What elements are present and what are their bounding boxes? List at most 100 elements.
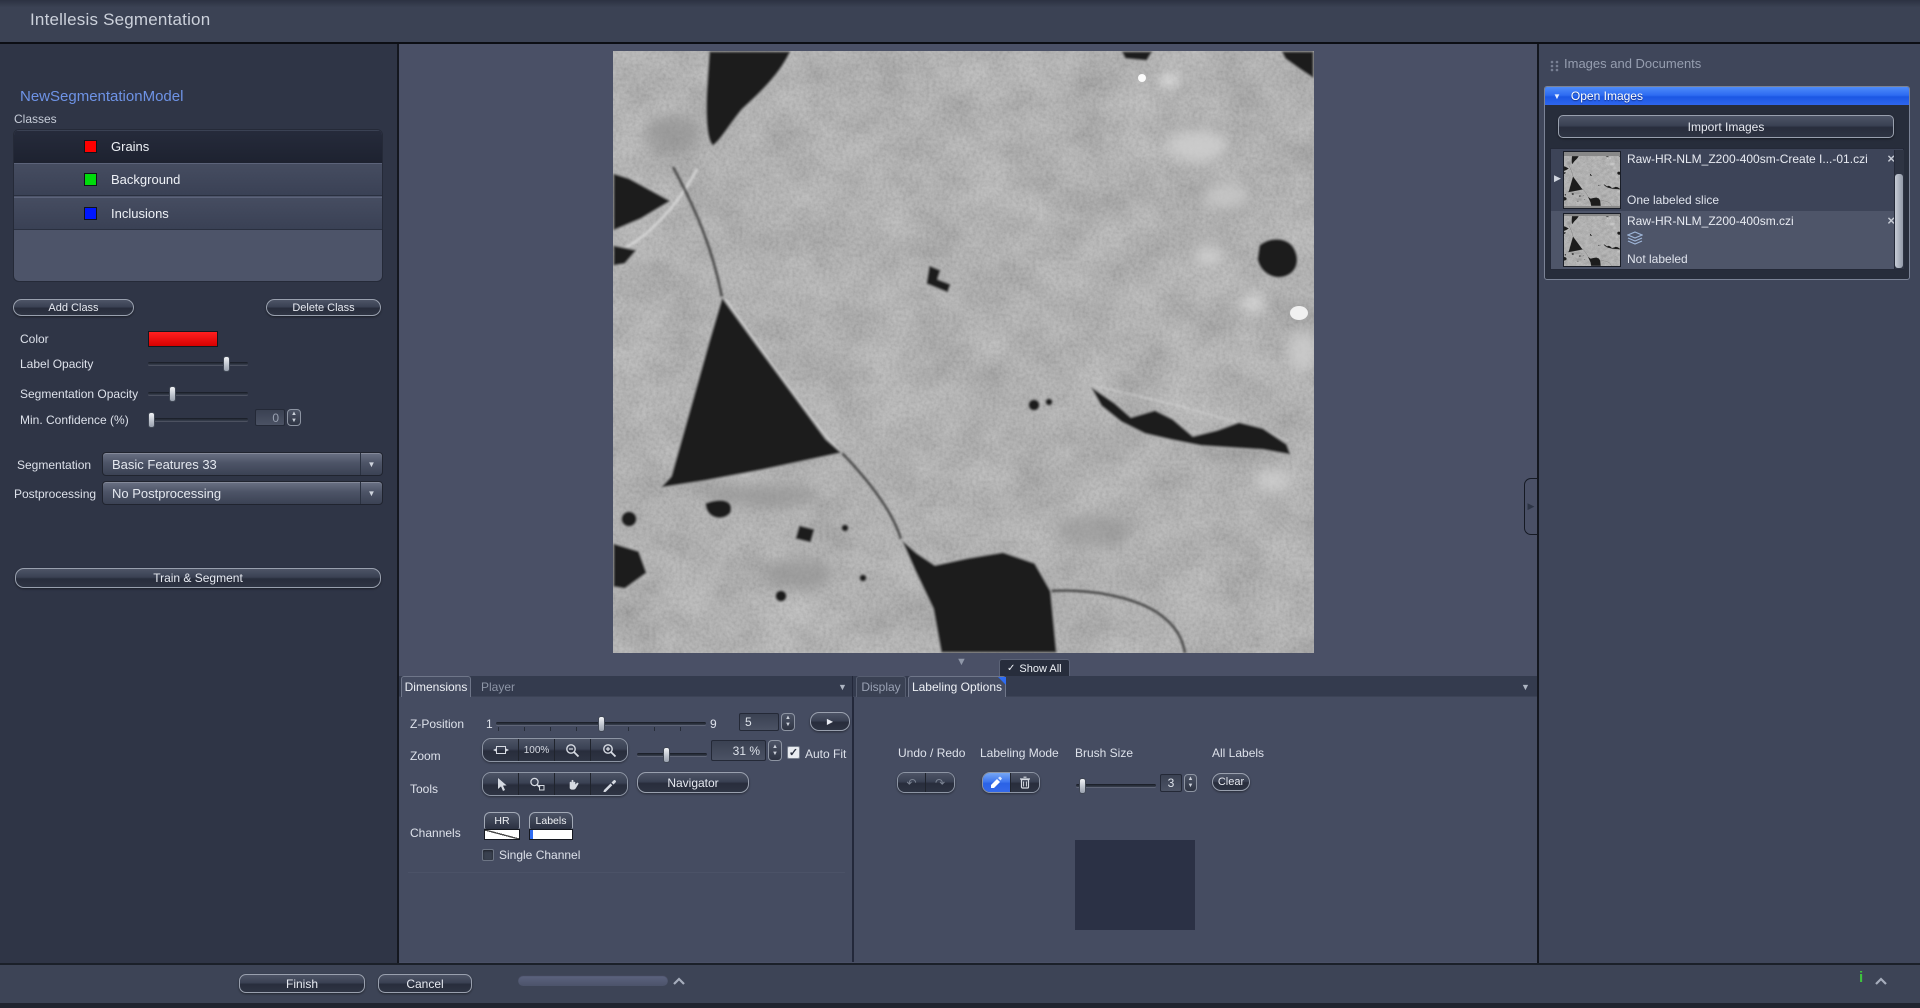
- brush-size-label: Brush Size: [1075, 746, 1133, 760]
- zoom-percent-input[interactable]: 31 %: [711, 740, 766, 761]
- tab-dimensions[interactable]: Dimensions: [401, 676, 471, 697]
- brush-preview: [1075, 840, 1195, 930]
- image-thumbnail[interactable]: [1563, 151, 1621, 209]
- image-item-2[interactable]: Raw-HR-NLM_Z200-400sm.czi × Not labeled: [1551, 211, 1903, 269]
- progress-bar: [518, 975, 668, 986]
- chevron-up-icon[interactable]: [672, 977, 686, 986]
- postprocessing-select[interactable]: No Postprocessing ▼: [102, 481, 383, 505]
- chevron-up-icon[interactable]: [1874, 977, 1888, 986]
- navigator-button[interactable]: Navigator: [637, 772, 749, 793]
- expand-icon: ▶: [1528, 501, 1535, 512]
- z-position-input[interactable]: 5: [739, 713, 779, 731]
- z-position-slider[interactable]: [496, 716, 706, 732]
- min-confidence-label: Min. Confidence (%): [20, 413, 129, 427]
- finish-button[interactable]: Finish: [239, 974, 365, 993]
- label-opacity-slider[interactable]: [148, 357, 248, 371]
- z-position-stepper[interactable]: ▲▼: [781, 713, 795, 731]
- train-segment-button[interactable]: Train & Segment: [15, 568, 381, 588]
- min-confidence-stepper[interactable]: ▲▼: [287, 409, 301, 426]
- model-name: NewSegmentationModel: [20, 88, 183, 105]
- auto-fit-checkbox[interactable]: ✓: [787, 746, 800, 759]
- picker-tool-button[interactable]: [591, 773, 627, 795]
- tab-display[interactable]: Display: [856, 676, 906, 697]
- tab-player[interactable]: Player: [474, 676, 522, 697]
- channel-labels-lut[interactable]: [529, 829, 573, 840]
- cancel-button[interactable]: Cancel: [378, 974, 472, 993]
- class-name: Grains: [111, 139, 149, 154]
- window-title: Intellesis Segmentation: [30, 10, 210, 30]
- class-row-background[interactable]: Background: [14, 163, 382, 196]
- open-images-header[interactable]: ▼ Open Images: [1545, 87, 1909, 105]
- fit-view-icon: [493, 743, 509, 757]
- image-item-1[interactable]: ▶ Raw-HR-NLM_Z200-400sm-Create I...-01.c…: [1551, 149, 1903, 211]
- color-label: Color: [20, 332, 49, 346]
- show-all-toggle[interactable]: ✓ Show All: [999, 659, 1070, 677]
- undo-button[interactable]: ↶: [898, 773, 926, 792]
- active-tab-marker: [998, 677, 1006, 685]
- erase-mode-button[interactable]: [1011, 773, 1039, 792]
- draw-mode-button[interactable]: [983, 773, 1011, 792]
- play-button[interactable]: ▶: [810, 712, 850, 731]
- layers-icon: [1627, 231, 1643, 245]
- redo-icon: ↷: [935, 776, 945, 790]
- labeling-panel: [853, 676, 1537, 962]
- chevron-down-icon[interactable]: ▼: [360, 453, 382, 475]
- brush-size-input[interactable]: 3: [1160, 774, 1182, 792]
- delete-class-button[interactable]: Delete Class: [266, 299, 381, 316]
- brush-icon: [990, 776, 1003, 789]
- channel-hr-button[interactable]: HR: [484, 812, 520, 829]
- zoom-out-button[interactable]: [555, 739, 591, 761]
- info-icon[interactable]: i: [1859, 969, 1863, 986]
- brush-size-slider[interactable]: [1076, 779, 1156, 793]
- add-class-button[interactable]: Add Class: [13, 299, 134, 316]
- scrollbar-thumb[interactable]: [1895, 174, 1903, 268]
- auto-fit-label: Auto Fit: [805, 747, 846, 761]
- chevron-down-icon[interactable]: ▼: [1521, 682, 1530, 692]
- labeling-mode-label: Labeling Mode: [980, 746, 1059, 760]
- zoom-in-button[interactable]: [591, 739, 627, 761]
- expand-icon[interactable]: ▶: [1554, 173, 1561, 184]
- image-thumbnail[interactable]: [1563, 213, 1621, 267]
- fit-view-button[interactable]: [483, 739, 519, 761]
- class-name: Background: [111, 172, 180, 187]
- min-confidence-input[interactable]: 0: [255, 409, 285, 426]
- segmentation-value: Basic Features 33: [103, 457, 360, 472]
- zoom-stepper[interactable]: ▲▼: [768, 740, 782, 761]
- micrograph-image[interactable]: [613, 51, 1314, 653]
- zoom-100-button[interactable]: 100%: [519, 739, 555, 761]
- pointer-icon: [494, 777, 508, 792]
- single-channel-checkbox[interactable]: [482, 849, 494, 861]
- open-images-list: ▶ Raw-HR-NLM_Z200-400sm-Create I...-01.c…: [1550, 148, 1904, 270]
- class-row-inclusions[interactable]: Inclusions: [14, 197, 382, 230]
- clear-labels-button[interactable]: Clear: [1212, 773, 1250, 791]
- class-color-picker[interactable]: [148, 331, 218, 347]
- redo-button[interactable]: ↷: [926, 773, 954, 792]
- z-position-label: Z-Position: [410, 717, 464, 731]
- segmentation-opacity-slider[interactable]: [148, 387, 248, 401]
- check-icon: ✓: [789, 746, 798, 759]
- channel-labels-button[interactable]: Labels: [529, 812, 573, 829]
- tools-button-group: [482, 772, 628, 796]
- undo-icon: ↶: [906, 776, 916, 790]
- z-max: 9: [710, 717, 717, 731]
- segmentation-select[interactable]: Basic Features 33 ▼: [102, 452, 383, 476]
- brush-size-stepper[interactable]: ▲▼: [1184, 774, 1197, 792]
- zoom-region-tool-button[interactable]: [519, 773, 555, 795]
- image-status: One labeled slice: [1627, 193, 1719, 207]
- class-color-swatch: [84, 173, 97, 186]
- pan-tool-button[interactable]: [555, 773, 591, 795]
- collapse-panel-icon[interactable]: ▼: [956, 656, 967, 668]
- class-row-grains[interactable]: Grains: [14, 130, 382, 163]
- all-labels-label: All Labels: [1212, 746, 1264, 760]
- zoom-slider[interactable]: [637, 748, 707, 762]
- tab-labeling-options[interactable]: Labeling Options: [908, 676, 1006, 697]
- title-bar: Intellesis Segmentation: [0, 0, 1920, 44]
- chevron-down-icon[interactable]: ▼: [838, 682, 847, 692]
- channel-hr-lut[interactable]: [484, 829, 520, 840]
- pointer-tool-button[interactable]: [483, 773, 519, 795]
- chevron-down-icon[interactable]: ▼: [360, 482, 382, 504]
- import-images-button[interactable]: Import Images: [1558, 115, 1894, 138]
- postprocessing-value: No Postprocessing: [103, 486, 360, 501]
- min-confidence-slider[interactable]: [148, 413, 248, 427]
- splitter-handle[interactable]: ▶: [1524, 478, 1537, 535]
